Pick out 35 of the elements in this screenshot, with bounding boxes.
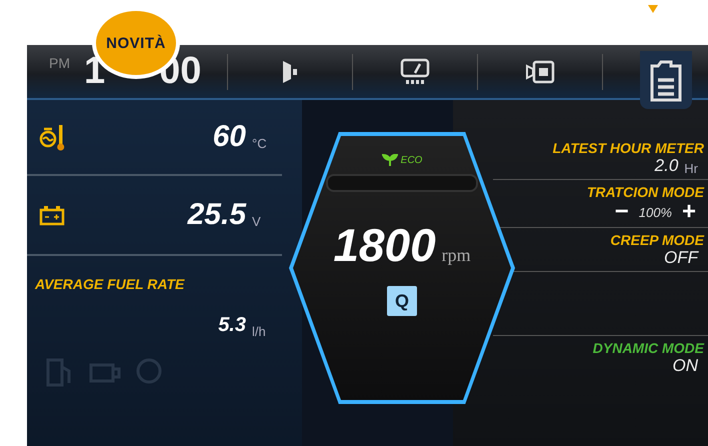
setting-value: ON [672, 356, 698, 376]
rpm-unit: rpm [442, 245, 471, 266]
leaf-icon [382, 154, 398, 166]
reading-unit: °C [252, 136, 268, 150]
fuel-rate-value: 5.3 [218, 314, 246, 337]
triangle-icon [648, 5, 658, 13]
reading-value: 25.5 [188, 198, 246, 232]
clock-digit: 1 [84, 50, 106, 93]
circle-icon [135, 357, 163, 385]
setting-value: 100% [638, 204, 672, 220]
setting-value: OFF [664, 248, 698, 268]
increase-button[interactable]: + [680, 200, 698, 224]
speaker-icon[interactable] [281, 58, 299, 84]
setting-unit: Hr [684, 160, 698, 176]
coolant-temperature-icon [39, 123, 65, 151]
decrease-button[interactable]: − [612, 200, 631, 224]
fuel-rate-unit: l/h [252, 324, 267, 339]
setting-value: 2.0 [654, 156, 678, 176]
eco-label: ECO [400, 154, 422, 166]
menu-button[interactable] [640, 50, 692, 108]
document-icon [649, 58, 683, 102]
mode-badge: Q [387, 286, 417, 316]
fuel-pump-icon [45, 357, 73, 387]
period-label: PM [49, 55, 70, 71]
battery-icon [39, 204, 65, 226]
reading-value: 60 [212, 120, 246, 154]
setting-label: TRATCION MODE [586, 184, 704, 200]
camera-icon[interactable] [525, 60, 555, 84]
setting-label: DYNAMIC MODE [592, 340, 704, 356]
setting-label: CREEP MODE [610, 232, 704, 248]
setting-label: LATEST HOUR METER [552, 140, 704, 156]
reading-unit: V [252, 214, 262, 228]
gauge-icon[interactable] [400, 58, 430, 86]
fuel-rate-label: AVERAGE FUEL RATE [35, 276, 186, 292]
rpm-value: 1800 [333, 218, 436, 272]
